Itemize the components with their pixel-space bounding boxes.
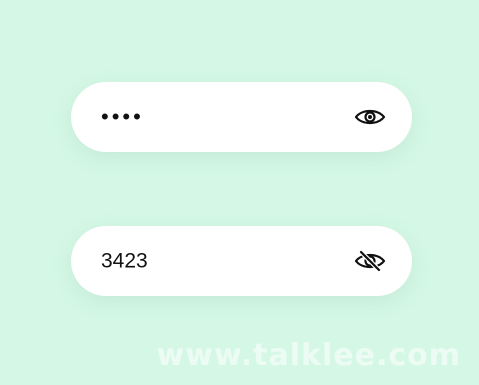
password-field-visible[interactable]: 3423 [71,226,412,296]
password-field-masked[interactable]: •••• [71,82,412,152]
password-masked-value: •••• [101,104,144,129]
password-plain-value: 3423 [101,249,148,273]
hide-password-toggle[interactable] [353,249,387,273]
watermark: www.talklee.com [156,338,461,373]
eye-slash-icon [354,250,386,272]
eye-icon [354,109,386,125]
show-password-toggle[interactable] [353,105,387,129]
